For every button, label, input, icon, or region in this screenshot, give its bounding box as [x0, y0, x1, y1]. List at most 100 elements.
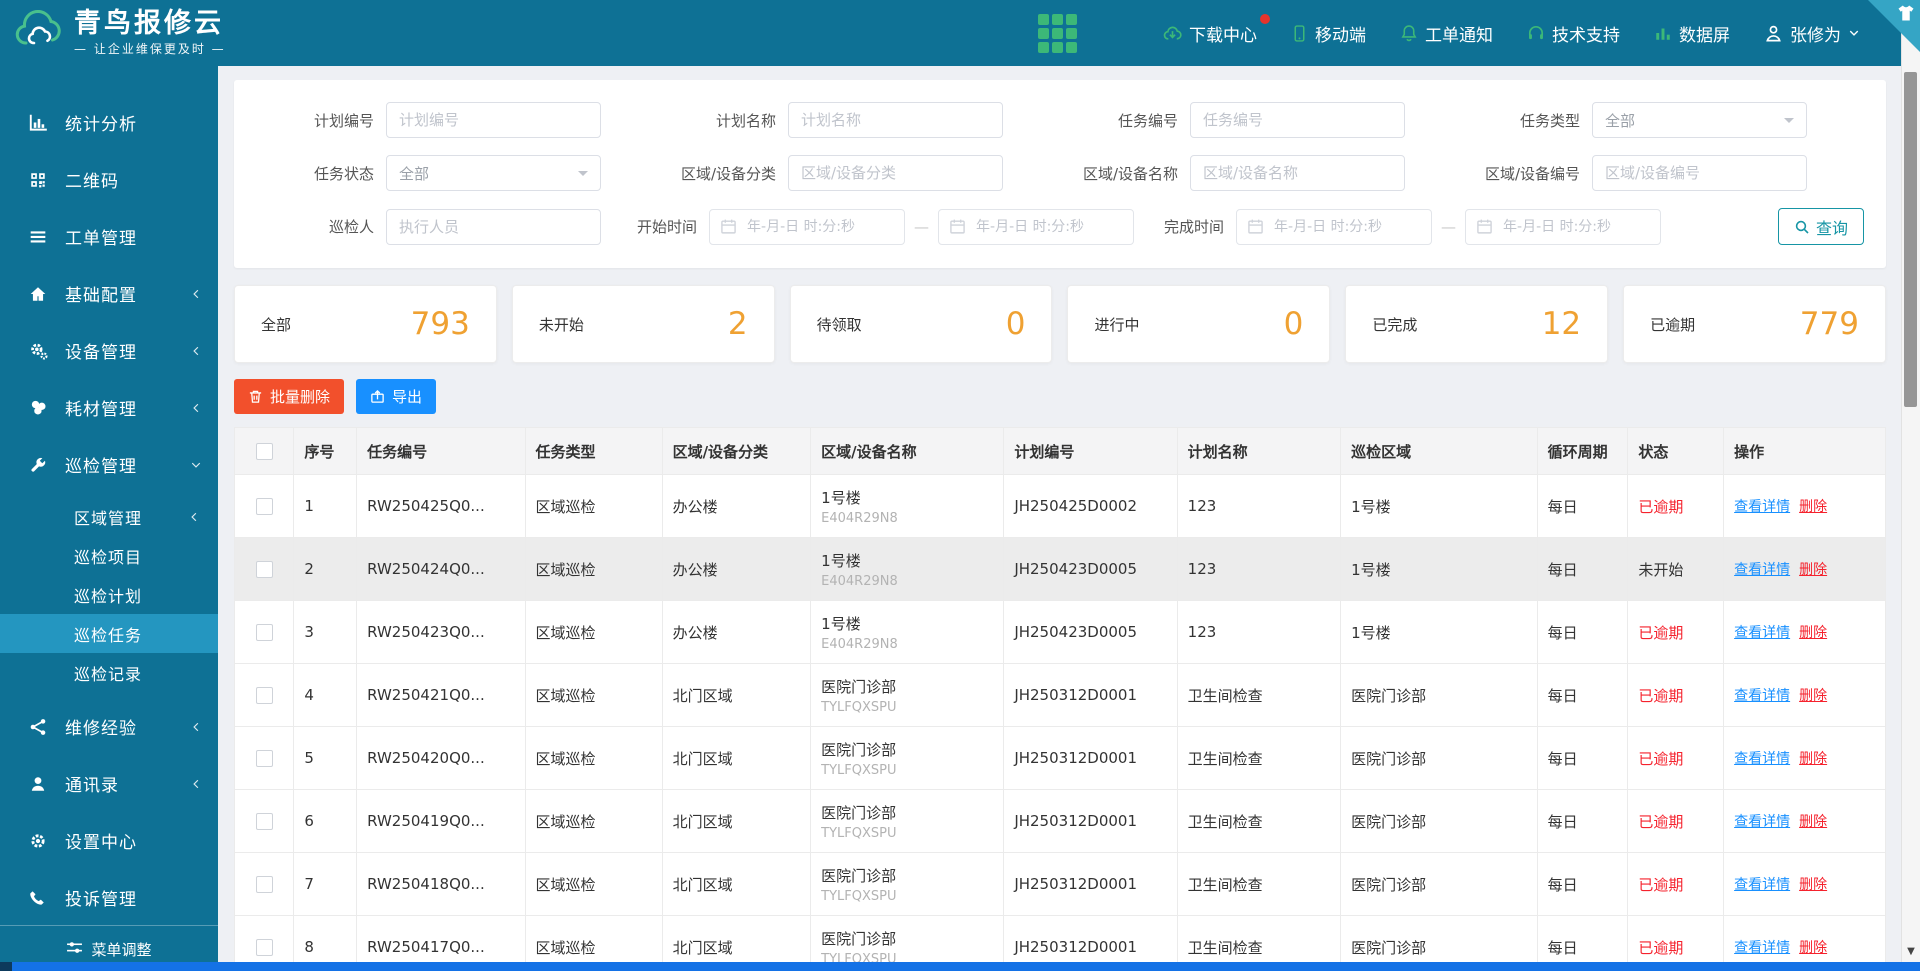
- select-all-checkbox[interactable]: [256, 443, 273, 460]
- row-checkbox[interactable]: [256, 750, 273, 767]
- filter-select[interactable]: 全部: [386, 155, 601, 191]
- batch-delete-button[interactable]: 批量删除: [234, 379, 344, 414]
- table-row: 6RW250419Q0...区域巡检北门区域医院门诊部TYLFQXSPUJH25…: [235, 790, 1886, 853]
- sidebar-subitem-3[interactable]: 巡检任务: [0, 614, 218, 653]
- row-checkbox[interactable]: [256, 498, 273, 515]
- view-detail-link[interactable]: 查看详情: [1734, 751, 1790, 767]
- row-checkbox[interactable]: [256, 687, 273, 704]
- filter-select[interactable]: 全部: [1592, 102, 1807, 138]
- row-checkbox[interactable]: [256, 939, 273, 956]
- view-detail-link[interactable]: 查看详情: [1734, 688, 1790, 704]
- sidebar-subitem-4[interactable]: 巡检记录: [0, 653, 218, 692]
- area-code-text: E404R29N8: [821, 574, 993, 589]
- table-row: 4RW250421Q0...区域巡检北门区域医院门诊部TYLFQXSPUJH25…: [235, 664, 1886, 727]
- sidebar-subitem-0[interactable]: 区域管理: [0, 497, 218, 536]
- task-table-panel: 序号任务编号任务类型区域/设备分类区域/设备名称计划编号计划名称巡检区域循环周期…: [234, 427, 1886, 971]
- delete-link[interactable]: 删除: [1799, 562, 1827, 578]
- header-nav-2[interactable]: 工单通知: [1400, 21, 1493, 46]
- sidebar-item-5[interactable]: 耗材管理: [0, 379, 218, 436]
- end-time-to-input[interactable]: [1501, 218, 1650, 236]
- filter-input[interactable]: [1190, 102, 1405, 138]
- end-time-from-picker[interactable]: [1236, 209, 1432, 245]
- start-time-to-input[interactable]: [974, 218, 1123, 236]
- row-checkbox[interactable]: [256, 813, 273, 830]
- view-detail-link[interactable]: 查看详情: [1734, 562, 1790, 578]
- cell-checkbox: [235, 538, 294, 601]
- row-checkbox[interactable]: [256, 624, 273, 641]
- sidebar-item-7[interactable]: 维修经验: [0, 698, 218, 755]
- sidebar-item-9[interactable]: 设置中心: [0, 812, 218, 869]
- area-name-text: 1号楼: [821, 550, 993, 571]
- stat-card-2[interactable]: 待领取0: [790, 285, 1053, 363]
- stat-card-5[interactable]: 已逾期779: [1623, 285, 1886, 363]
- sidebar-item-6[interactable]: 巡检管理: [0, 436, 218, 493]
- row-checkbox[interactable]: [256, 876, 273, 893]
- cell-area-name: 医院门诊部TYLFQXSPU: [811, 790, 1004, 853]
- sidebar-item-10[interactable]: 投诉管理: [0, 869, 218, 926]
- sidebar-item-3[interactable]: 基础配置: [0, 265, 218, 322]
- sidebar-item-2[interactable]: 工单管理: [0, 208, 218, 265]
- view-detail-link[interactable]: 查看详情: [1734, 625, 1790, 641]
- sidebar-item-0[interactable]: 统计分析: [0, 94, 218, 151]
- end-time-from-input[interactable]: [1272, 218, 1421, 236]
- stat-card-0[interactable]: 全部793: [234, 285, 497, 363]
- delete-link[interactable]: 删除: [1799, 814, 1827, 830]
- cell-cycle: 每日: [1537, 664, 1628, 727]
- delete-link[interactable]: 删除: [1799, 751, 1827, 767]
- sidebar-item-1[interactable]: 二维码: [0, 151, 218, 208]
- stat-label: 已逾期: [1650, 314, 1695, 335]
- header-nav-0[interactable]: 下载中心: [1163, 21, 1257, 46]
- search-button[interactable]: 查询: [1778, 208, 1864, 245]
- filter-input[interactable]: [788, 155, 1003, 191]
- logo[interactable]: 青鸟报修云 — 让企业维保更及时 —: [0, 9, 226, 58]
- filter-input[interactable]: [1592, 155, 1807, 191]
- header-nav-4[interactable]: 数据屏: [1654, 21, 1730, 46]
- export-button[interactable]: 导出: [356, 379, 436, 414]
- end-time-to-picker[interactable]: [1465, 209, 1661, 245]
- user-name: 张修为: [1790, 21, 1841, 46]
- view-detail-link[interactable]: 查看详情: [1734, 814, 1790, 830]
- user-menu[interactable]: 张修为: [1764, 21, 1860, 46]
- start-time-from-picker[interactable]: [709, 209, 905, 245]
- header-nav-1[interactable]: 移动端: [1291, 21, 1366, 46]
- scrollbar-thumb[interactable]: [1904, 72, 1917, 407]
- row-checkbox[interactable]: [256, 561, 273, 578]
- bottom-edge: [0, 962, 1920, 971]
- export-label: 导出: [392, 386, 422, 407]
- calendar-icon: [949, 218, 966, 235]
- select-value: 全部: [1605, 110, 1784, 131]
- view-detail-link[interactable]: 查看详情: [1734, 499, 1790, 515]
- sidebar-subitem-2[interactable]: 巡检计划: [0, 575, 218, 614]
- view-detail-link[interactable]: 查看详情: [1734, 877, 1790, 893]
- view-detail-link[interactable]: 查看详情: [1734, 940, 1790, 956]
- cell-no: 2: [294, 538, 357, 601]
- filter-input[interactable]: [386, 102, 601, 138]
- delete-link[interactable]: 删除: [1799, 940, 1827, 956]
- apps-grid-icon[interactable]: [1038, 14, 1077, 53]
- cell-checkbox: [235, 853, 294, 916]
- sidebar-item-4[interactable]: 设备管理: [0, 322, 218, 379]
- menu-adjust-button[interactable]: 菜单调整: [0, 925, 218, 960]
- sidebar-item-8[interactable]: 通讯录: [0, 755, 218, 812]
- sidebar-item-label: 二维码: [65, 167, 119, 192]
- search-button-label: 查询: [1816, 215, 1848, 239]
- stat-card-1[interactable]: 未开始2: [512, 285, 775, 363]
- header-nav-3[interactable]: 技术支持: [1527, 21, 1620, 46]
- inspector-input[interactable]: [386, 209, 601, 245]
- filter-input[interactable]: [788, 102, 1003, 138]
- stat-card-4[interactable]: 已完成12: [1345, 285, 1608, 363]
- start-time-from-input[interactable]: [745, 218, 894, 236]
- stat-card-3[interactable]: 进行中0: [1067, 285, 1330, 363]
- sidebar-subitem-label: 巡检项目: [74, 544, 142, 568]
- delete-link[interactable]: 删除: [1799, 625, 1827, 641]
- chevron-left-icon: [190, 288, 202, 300]
- vertical-scrollbar[interactable]: ▼: [1901, 0, 1920, 971]
- start-time-to-picker[interactable]: [938, 209, 1134, 245]
- scrollbar-down-arrow[interactable]: ▼: [1902, 946, 1920, 957]
- delete-link[interactable]: 删除: [1799, 499, 1827, 515]
- delete-link[interactable]: 删除: [1799, 688, 1827, 704]
- cell-area-class: 办公楼: [662, 475, 811, 538]
- delete-link[interactable]: 删除: [1799, 877, 1827, 893]
- sidebar-subitem-1[interactable]: 巡检项目: [0, 536, 218, 575]
- filter-input[interactable]: [1190, 155, 1405, 191]
